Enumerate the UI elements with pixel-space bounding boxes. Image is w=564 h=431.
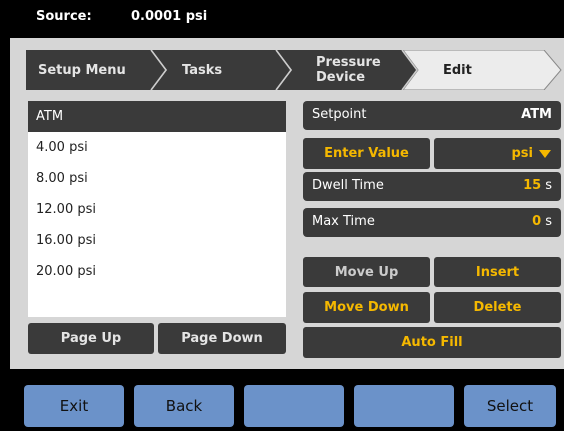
dwell-time-field[interactable]: Dwell Time 15 s [303, 172, 561, 201]
insert-button[interactable]: Insert [434, 257, 561, 287]
enter-value-button[interactable]: Enter Value [303, 138, 430, 169]
move-up-button[interactable]: Move Up [303, 257, 430, 287]
dwell-time-value: 15 [523, 178, 542, 193]
max-time-field[interactable]: Max Time 0s [303, 208, 561, 237]
list-item[interactable]: 12.00 psi [28, 194, 286, 225]
dwell-time-unit: s [545, 178, 552, 193]
list-item[interactable]: 16.00 psi [28, 225, 286, 256]
crumb-tasks[interactable]: Tasks [182, 63, 222, 78]
crumb-edit[interactable]: Edit [443, 63, 472, 78]
blank-softkey-3[interactable] [244, 385, 344, 427]
list-item[interactable]: 4.00 psi [28, 132, 286, 163]
page-up-button[interactable]: Page Up [28, 323, 154, 354]
setpoint-value: ATM [521, 107, 552, 122]
source-value: 0.0001 psi [131, 9, 208, 24]
max-time-unit: s [545, 214, 552, 229]
delete-button[interactable]: Delete [434, 292, 561, 323]
max-time-label: Max Time [312, 214, 375, 229]
list-item[interactable]: 20.00 psi [28, 256, 286, 287]
page-down-button[interactable]: Page Down [158, 323, 286, 354]
breadcrumb: Setup Menu Tasks Pressure Device Edit [26, 50, 564, 90]
setpoint-list: ATM 4.00 psi 8.00 psi 12.00 psi 16.00 ps… [28, 101, 286, 317]
setpoint-field: Setpoint ATM [303, 101, 561, 130]
unit-dropdown[interactable]: psi [434, 138, 561, 169]
max-time-value: 0 [532, 214, 542, 229]
blank-softkey-4[interactable] [354, 385, 454, 427]
move-down-button[interactable]: Move Down [303, 292, 430, 323]
exit-softkey[interactable]: Exit [24, 385, 124, 427]
list-item[interactable]: ATM [28, 101, 286, 132]
back-softkey[interactable]: Back [134, 385, 234, 427]
chevron-down-icon [539, 149, 551, 158]
dwell-time-label: Dwell Time [312, 178, 384, 193]
source-label: Source: [36, 9, 92, 24]
crumb-shape-edit [402, 50, 562, 90]
crumb-pressure-device[interactable]: Pressure Device [316, 55, 381, 85]
setpoint-label: Setpoint [312, 107, 367, 122]
status-bar: Source: 0.0001 psi [0, 0, 564, 35]
unit-value: psi [511, 146, 534, 161]
select-softkey[interactable]: Select [464, 385, 556, 427]
crumb-setup-menu[interactable]: Setup Menu [38, 63, 126, 78]
auto-fill-button[interactable]: Auto Fill [303, 327, 561, 358]
list-item[interactable]: 8.00 psi [28, 163, 286, 194]
